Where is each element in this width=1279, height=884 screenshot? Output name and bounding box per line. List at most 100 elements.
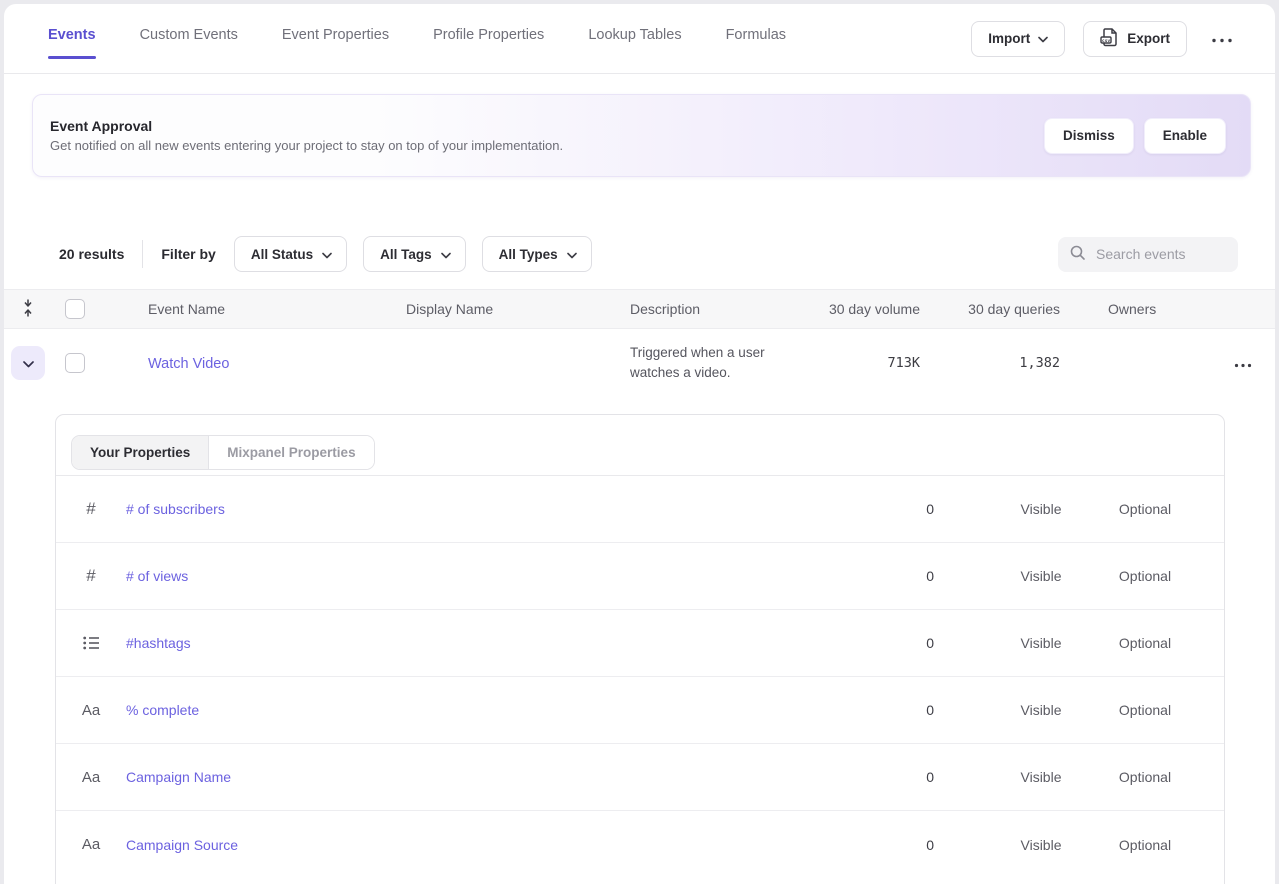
tab-profile-properties[interactable]: Profile Properties xyxy=(433,4,544,73)
ellipsis-icon xyxy=(1234,356,1252,371)
property-requirement: Optional xyxy=(1101,635,1189,651)
event-properties-panel: Your Properties Mixpanel Properties # # … xyxy=(55,414,1225,884)
text-type-icon: Aa xyxy=(56,836,126,853)
property-row: # # of subscribers 0 Visible Optional xyxy=(56,476,1224,543)
property-name-link[interactable]: # of views xyxy=(126,568,188,584)
chevron-down-icon xyxy=(23,356,34,371)
svg-text:csv: csv xyxy=(1102,39,1111,44)
search-input[interactable] xyxy=(1096,246,1216,262)
collapse-vertical-icon xyxy=(22,299,34,320)
property-name-link[interactable]: #hashtags xyxy=(126,635,191,651)
row-more-options-button[interactable] xyxy=(1228,350,1258,377)
export-button-label: Export xyxy=(1127,31,1170,46)
tab-your-properties[interactable]: Your Properties xyxy=(72,436,209,469)
chevron-down-icon xyxy=(567,247,577,262)
import-button-label: Import xyxy=(988,31,1030,46)
list-type-icon xyxy=(56,636,126,650)
property-visibility: Visible xyxy=(981,635,1101,651)
text-type-icon: Aa xyxy=(56,702,126,719)
status-filter-dropdown[interactable]: All Status xyxy=(234,236,347,272)
types-filter-dropdown[interactable]: All Types xyxy=(482,236,592,272)
banner-actions: Dismiss Enable xyxy=(1044,118,1226,154)
col-event-name: Event Name xyxy=(98,301,356,317)
collapse-all-button[interactable] xyxy=(4,299,52,320)
col-queries: 30 day queries xyxy=(920,301,1060,317)
property-requirement: Optional xyxy=(1101,702,1189,718)
ellipsis-icon xyxy=(1211,31,1233,46)
event-name-link[interactable]: Watch Video xyxy=(148,356,229,372)
top-navbar: Events Custom Events Event Properties Pr… xyxy=(4,4,1275,74)
nav-tab-list: Events Custom Events Event Properties Pr… xyxy=(48,4,786,73)
tab-lookup-tables[interactable]: Lookup Tables xyxy=(588,4,681,73)
property-row: #hashtags 0 Visible Optional xyxy=(56,610,1224,677)
select-all-checkbox[interactable] xyxy=(65,299,85,319)
property-count: 0 xyxy=(814,837,934,853)
property-count: 0 xyxy=(814,568,934,584)
chevron-down-icon xyxy=(441,247,451,262)
property-requirement: Optional xyxy=(1101,837,1189,853)
property-row: # # of views 0 Visible Optional xyxy=(56,543,1224,610)
property-visibility: Visible xyxy=(981,837,1101,853)
nav-actions: Import csv Export xyxy=(971,21,1239,57)
tab-custom-events[interactable]: Custom Events xyxy=(140,4,238,73)
import-button[interactable]: Import xyxy=(971,21,1065,57)
banner-description: Get notified on all new events entering … xyxy=(50,138,563,153)
tags-filter-dropdown[interactable]: All Tags xyxy=(363,236,466,272)
tab-event-properties[interactable]: Event Properties xyxy=(282,4,389,73)
event-approval-banner: Event Approval Get notified on all new e… xyxy=(32,94,1251,177)
row-checkbox[interactable] xyxy=(65,353,85,373)
property-count: 0 xyxy=(814,702,934,718)
tags-filter-value: All Tags xyxy=(380,247,432,262)
chevron-down-icon xyxy=(322,247,332,262)
property-visibility: Visible xyxy=(981,702,1101,718)
col-description: Description xyxy=(580,301,820,317)
results-count: 20 results xyxy=(59,246,124,262)
tab-mixpanel-properties[interactable]: Mixpanel Properties xyxy=(209,436,373,469)
number-type-icon: # xyxy=(56,499,126,519)
property-requirement: Optional xyxy=(1101,568,1189,584)
property-visibility: Visible xyxy=(981,769,1101,785)
property-count: 0 xyxy=(814,501,934,517)
number-type-icon: # xyxy=(56,566,126,586)
enable-button[interactable]: Enable xyxy=(1144,118,1226,154)
property-count: 0 xyxy=(814,769,934,785)
collapse-row-button[interactable] xyxy=(11,346,45,380)
export-button[interactable]: csv Export xyxy=(1083,21,1187,57)
property-row: Aa Campaign Name 0 Visible Optional xyxy=(56,744,1224,811)
property-row: Aa Campaign Source 0 Visible Optional xyxy=(56,811,1224,878)
text-type-icon: Aa xyxy=(56,769,126,786)
property-name-link[interactable]: # of subscribers xyxy=(126,501,225,517)
divider xyxy=(142,240,143,268)
property-name-link[interactable]: Campaign Source xyxy=(126,837,238,853)
col-owners: Owners xyxy=(1060,301,1210,317)
more-options-button[interactable] xyxy=(1205,25,1239,52)
properties-tabs-bar: Your Properties Mixpanel Properties xyxy=(56,415,1224,476)
property-visibility: Visible xyxy=(981,568,1101,584)
property-requirement: Optional xyxy=(1101,769,1189,785)
properties-tab-group: Your Properties Mixpanel Properties xyxy=(71,435,375,470)
col-display-name: Display Name xyxy=(356,301,580,317)
lexicon-events-page: Events Custom Events Event Properties Pr… xyxy=(4,4,1275,884)
event-row-watch-video: Watch Video Triggered when a user watche… xyxy=(4,329,1275,397)
tab-events[interactable]: Events xyxy=(48,4,96,73)
banner-title: Event Approval xyxy=(50,118,563,134)
types-filter-value: All Types xyxy=(499,247,558,262)
banner-text: Event Approval Get notified on all new e… xyxy=(50,118,563,153)
events-table-header: Event Name Display Name Description 30 d… xyxy=(4,289,1275,329)
filter-by-label: Filter by xyxy=(161,246,215,262)
property-name-link[interactable]: % complete xyxy=(126,702,199,718)
property-row: Aa % complete 0 Visible Optional xyxy=(56,677,1224,744)
search-icon xyxy=(1070,245,1086,264)
event-volume: 713K xyxy=(820,355,920,371)
dismiss-button[interactable]: Dismiss xyxy=(1044,118,1134,154)
event-description: Triggered when a user watches a video. xyxy=(630,343,802,383)
event-queries: 1,382 xyxy=(920,355,1060,371)
property-visibility: Visible xyxy=(981,501,1101,517)
col-volume: 30 day volume xyxy=(820,301,920,317)
search-box[interactable] xyxy=(1058,237,1238,272)
csv-file-icon: csv xyxy=(1100,27,1119,50)
property-count: 0 xyxy=(814,635,934,651)
property-requirement: Optional xyxy=(1101,501,1189,517)
property-name-link[interactable]: Campaign Name xyxy=(126,769,231,785)
tab-formulas[interactable]: Formulas xyxy=(726,4,786,73)
